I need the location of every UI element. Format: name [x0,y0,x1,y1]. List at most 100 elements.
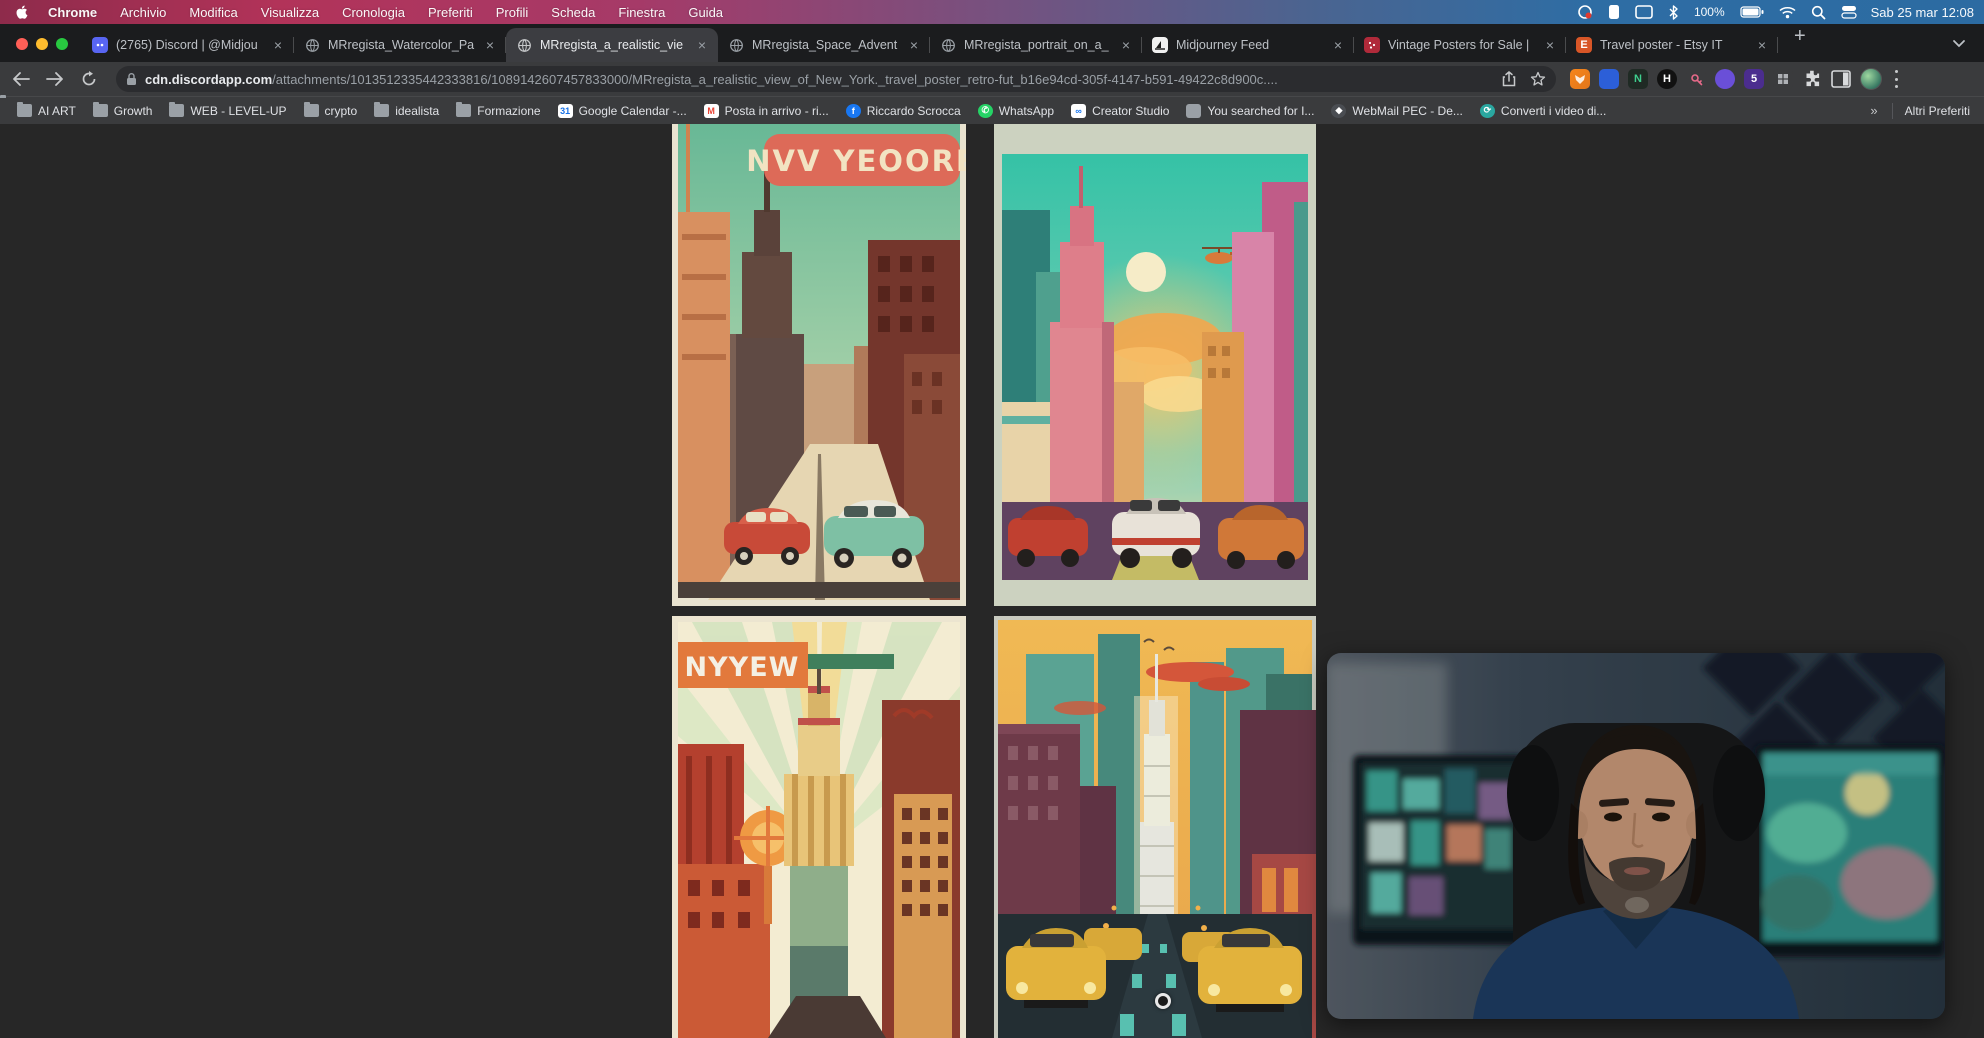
device-mirror-icon[interactable] [1608,4,1620,20]
poster-title: NVV YEOORE [746,144,966,178]
tab-etsy[interactable]: E Travel poster - Etsy IT × [1566,28,1778,62]
menu-profili[interactable]: Profili [496,5,529,20]
bookmarks-overflow-button[interactable]: » [1870,103,1877,118]
tab-label: Travel poster - Etsy IT [1600,38,1754,52]
folder-icon [374,104,389,117]
bookmark-folder-growth[interactable]: Growth [93,104,153,118]
tab-realistic-view-active[interactable]: MRregista_a_realistic_vie × [506,28,718,62]
menu-chrome[interactable]: Chrome [48,5,97,20]
etsy-favicon-icon: E [1576,37,1592,53]
bookmark-folder-idealista[interactable]: idealista [374,104,439,118]
address-bar[interactable]: cdn.discordapp.com/attachments/101351233… [116,66,1556,92]
tab-close-icon[interactable]: × [694,37,710,53]
bookmark-folder-formazione[interactable]: Formazione [456,104,540,118]
tab-search-chevron-icon[interactable] [1952,39,1966,48]
poster-top-left[interactable]: NVV YEOORE [672,124,966,606]
tab-midjourney-feed[interactable]: Midjourney Feed × [1142,28,1354,62]
mouse-cursor [1155,993,1171,1009]
tab-label: Midjourney Feed [1176,38,1330,52]
forward-button[interactable] [42,66,68,92]
profile-avatar[interactable] [1860,68,1882,90]
tab-portrait[interactable]: MRregista_portrait_on_a_ × [930,28,1142,62]
tab-label: MRregista_Space_Advent [752,38,906,52]
menu-archivio[interactable]: Archivio [120,5,166,20]
tab-space-adventure[interactable]: MRregista_Space_Advent × [718,28,930,62]
vintage-posters-favicon-icon [1364,37,1380,53]
tab-close-icon[interactable]: × [482,37,498,53]
bookmark-gmail[interactable]: MPosta in arrivo - ri... [704,104,829,118]
extension-black-h-icon[interactable]: H [1657,69,1677,89]
webcam-overlay[interactable] [1327,653,1945,1019]
extension-gray-grid-icon[interactable] [1773,69,1793,89]
side-panel-icon[interactable] [1831,70,1851,88]
extensions-puzzle-icon[interactable] [1802,69,1822,89]
back-button[interactable] [8,66,34,92]
globe-favicon-icon [728,37,744,53]
battery-icon[interactable] [1740,6,1764,18]
screen-record-icon[interactable] [1577,4,1593,20]
minimize-window-button[interactable] [36,38,48,50]
poster-title: NYYEW [685,652,800,683]
tab-close-icon[interactable]: × [270,37,286,53]
apple-logo-icon[interactable] [14,4,30,20]
bookmark-whatsapp[interactable]: ✆WhatsApp [978,104,1054,118]
extension-pink-key-icon[interactable] [1686,69,1706,89]
converter-icon: ⟳ [1480,104,1495,118]
tab-watercolor[interactable]: MRregista_Watercolor_Pa × [294,28,506,62]
spotlight-search-icon[interactable] [1811,5,1826,20]
wifi-icon[interactable] [1779,6,1796,19]
lock-icon [126,72,137,86]
extension-purple-icon[interactable] [1715,69,1735,89]
poster-bottom-left[interactable]: NYYEW [672,616,966,1038]
bluetooth-icon[interactable] [1668,5,1679,20]
bookmark-folder-crypto[interactable]: crypto [304,104,358,118]
extensions-row: N H 5 [1570,68,1909,90]
tab-close-icon[interactable]: × [1330,37,1346,53]
extension-blue-icon[interactable] [1599,69,1619,89]
control-center-icon[interactable] [1841,5,1857,19]
menu-modifica[interactable]: Modifica [189,5,237,20]
menubar-clock[interactable]: Sab 25 mar 12:08 [1871,5,1974,20]
tab-label: MRregista_Watercolor_Pa [328,38,482,52]
tab-discord[interactable]: (2765) Discord | @Midjou × [82,28,294,62]
tab-vintage-posters[interactable]: Vintage Posters for Sale | × [1354,28,1566,62]
display-icon[interactable] [1635,5,1653,19]
url-text: cdn.discordapp.com/attachments/101351233… [145,72,1492,87]
share-icon[interactable] [1502,71,1516,87]
bookmark-folder-ai-art[interactable]: AI ART [17,104,76,118]
gmail-icon: M [704,104,719,118]
bookmark-converti-video[interactable]: ⟳Converti i video di... [1480,104,1606,118]
menu-cronologia[interactable]: Cronologia [342,5,405,20]
bookmark-webmail-pec[interactable]: ◆WebMail PEC - De... [1331,104,1462,118]
bookmark-folder-web-level-up[interactable]: WEB - LEVEL-UP [169,104,286,118]
chrome-menu-kebab-icon[interactable] [1895,70,1899,88]
extension-purple-5-icon[interactable]: 5 [1744,69,1764,89]
macos-menubar: Chrome Archivio Modifica Visualizza Cron… [0,0,1984,24]
tab-close-icon[interactable]: × [1542,37,1558,53]
bookmark-facebook[interactable]: fRiccardo Scrocca [846,104,961,118]
extension-green-n-icon[interactable]: N [1628,69,1648,89]
zoom-window-button[interactable] [56,38,68,50]
meta-icon: ∞ [1071,104,1086,118]
other-bookmarks-button[interactable]: Altri Preferiti [1905,104,1970,118]
menu-visualizza[interactable]: Visualizza [261,5,319,20]
tab-close-icon[interactable]: × [906,37,922,53]
menu-finestra[interactable]: Finestra [618,5,665,20]
bookmark-google-calendar[interactable]: 31Google Calendar -... [558,104,687,118]
tab-close-icon[interactable]: × [1118,37,1134,53]
tab-close-icon[interactable]: × [1754,37,1770,53]
menu-scheda[interactable]: Scheda [551,5,595,20]
poster-top-right[interactable] [994,124,1316,606]
bookmark-creator-studio[interactable]: ∞Creator Studio [1071,104,1169,118]
menu-preferiti[interactable]: Preferiti [428,5,473,20]
bookmark-star-icon[interactable] [1530,71,1546,87]
close-window-button[interactable] [16,38,28,50]
new-tab-button[interactable]: + [1794,25,1806,48]
menu-guida[interactable]: Guida [688,5,723,20]
reload-button[interactable] [76,66,102,92]
poster-bottom-right[interactable] [994,616,1316,1038]
page-icon [1186,104,1201,118]
bookmark-you-searched[interactable]: You searched for I... [1186,104,1314,118]
extension-orange-fox-icon[interactable] [1570,69,1590,89]
discord-favicon-icon [92,37,108,53]
